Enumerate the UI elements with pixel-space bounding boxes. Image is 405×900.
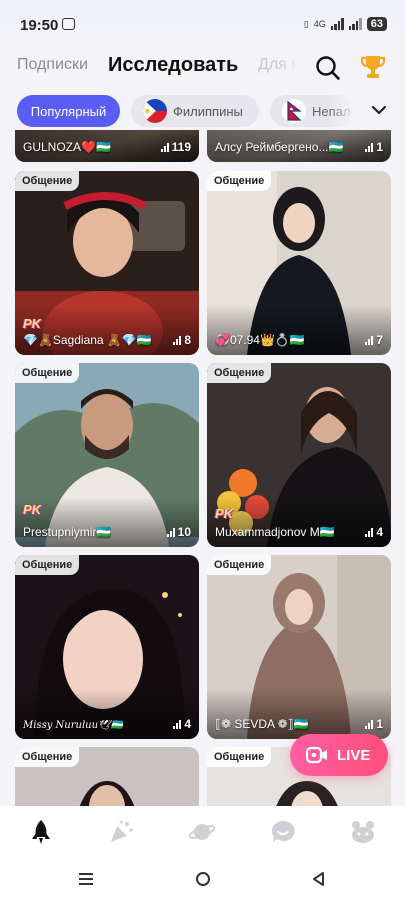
home-icon[interactable] (195, 871, 211, 887)
viewers-icon (365, 527, 374, 537)
category-badge: Общение (15, 555, 80, 575)
status-indicators: ▯ 4G 63 (304, 17, 387, 31)
status-bar: 19:50 ▯ 4G 63 (0, 0, 405, 48)
trophy-icon[interactable] (358, 52, 388, 82)
planet-icon[interactable] (188, 818, 216, 846)
viewers-icon (173, 335, 182, 345)
viewer-count: 10 (166, 525, 191, 539)
notification-app-icon (62, 18, 75, 30)
filter-chips: Популярный Филиппины Непал (0, 95, 405, 129)
stream-host-name: 💞07.94👑💍🇺🇿 (215, 333, 305, 347)
viewer-count: 119 (160, 140, 191, 154)
stream-card[interactable]: Общение PK Prestupniymir🇺🇿 10 (15, 363, 199, 547)
stream-card[interactable]: Общение PK 💎🧸Sagdiana 🧸💎🇺🇿 8 (15, 171, 199, 355)
chip-popular[interactable]: Популярный (17, 95, 120, 127)
viewer-count: 7 (365, 333, 383, 347)
pk-badge: PK (23, 502, 42, 517)
category-badge: Общение (207, 555, 272, 575)
pk-badge: PK (215, 506, 234, 521)
viewers-icon (166, 527, 175, 537)
bottom-nav (0, 806, 405, 858)
stream-host-name: 💎🧸Sagdiana 🧸💎🇺🇿 (23, 333, 152, 347)
battery-indicator: 63 (366, 17, 387, 31)
category-badge: Общение (207, 747, 272, 767)
go-live-label: LIVE (337, 746, 371, 764)
philippines-flag-icon (143, 99, 167, 123)
tab-explore[interactable]: Исследовать (108, 54, 238, 77)
stream-card[interactable]: Общение ⟦❁ SEVDA ❁⟧🇺🇿 1 (207, 555, 391, 739)
stream-host-name: Muxammadjonov M🇺🇿 (215, 525, 335, 539)
viewers-icon (365, 335, 374, 345)
viewers-icon (365, 142, 374, 152)
stream-host-name: GULNOZA❤️🇺🇿 (23, 140, 111, 154)
category-badge: Общение (207, 363, 272, 383)
stream-card[interactable]: Общение 💞07.94👑💍🇺🇿 7 (207, 171, 391, 355)
back-icon[interactable] (311, 871, 327, 887)
status-time: 19:50 (20, 17, 59, 34)
viewer-count: 1 (365, 717, 383, 731)
stream-host-name: Prestupniymir🇺🇿 (23, 525, 112, 539)
rocket-icon[interactable] (27, 818, 55, 846)
chip-philippines-label: Филиппины (173, 103, 243, 119)
viewers-icon (160, 142, 169, 152)
tab-for-you[interactable]: Для вас (258, 56, 298, 74)
chip-philippines[interactable]: Филиппины (131, 95, 259, 127)
stream-card[interactable]: Общение Missy Nuruluu🕊🇺🇿 4 (15, 555, 199, 739)
stream-card[interactable]: Общение PK Muxammadjonov M🇺🇿 4 (207, 363, 391, 547)
stream-host-name: Алсу Реймбергено...🇺🇿 (215, 140, 344, 154)
signal-2-icon (348, 18, 362, 30)
system-nav-bar (0, 858, 405, 900)
stream-host-name: Missy Nuruluu🕊🇺🇿 (23, 720, 124, 731)
viewers-icon (365, 719, 374, 729)
viewer-count: 1 (365, 140, 383, 154)
stream-card[interactable]: GULNOZA❤️🇺🇿 119 (15, 130, 199, 162)
viewers-icon (173, 719, 182, 729)
network-type: 4G (313, 19, 326, 29)
pet-icon[interactable] (349, 818, 377, 846)
stream-feed: GULNOZA❤️🇺🇿 119 Алсу Реймбергено...🇺🇿 1 … (0, 130, 405, 806)
vibrate-icon: ▯ (303, 18, 309, 29)
chevron-down-icon[interactable] (370, 101, 388, 119)
nepal-flag-icon (282, 99, 306, 123)
category-badge: Общение (15, 747, 80, 767)
signal-icon (330, 18, 344, 30)
category-badge: Общение (15, 171, 80, 191)
video-camera-icon (306, 746, 327, 764)
party-popper-icon[interactable] (107, 818, 135, 846)
viewer-count: 4 (173, 717, 191, 731)
viewer-count: 8 (173, 333, 191, 347)
chip-nepal-label: Непал (312, 103, 351, 119)
pk-badge: PK (23, 316, 42, 331)
stream-card[interactable]: Алсу Реймбергено...🇺🇿 1 (207, 130, 391, 162)
chat-bubble-icon[interactable] (269, 818, 297, 846)
search-icon[interactable] (314, 54, 342, 82)
viewer-count: 4 (365, 525, 383, 539)
stream-card[interactable]: Общение (15, 747, 199, 806)
chip-nepal[interactable]: Непал (270, 95, 355, 127)
category-badge: Общение (15, 363, 80, 383)
menu-icon[interactable] (78, 871, 94, 887)
tab-subscriptions[interactable]: Подписки (17, 56, 88, 74)
stream-host-name: ⟦❁ SEVDA ❁⟧🇺🇿 (215, 717, 309, 731)
go-live-button[interactable]: LIVE (290, 734, 388, 776)
top-nav: Подписки Исследовать Для вас (0, 48, 405, 88)
category-badge: Общение (207, 171, 272, 191)
